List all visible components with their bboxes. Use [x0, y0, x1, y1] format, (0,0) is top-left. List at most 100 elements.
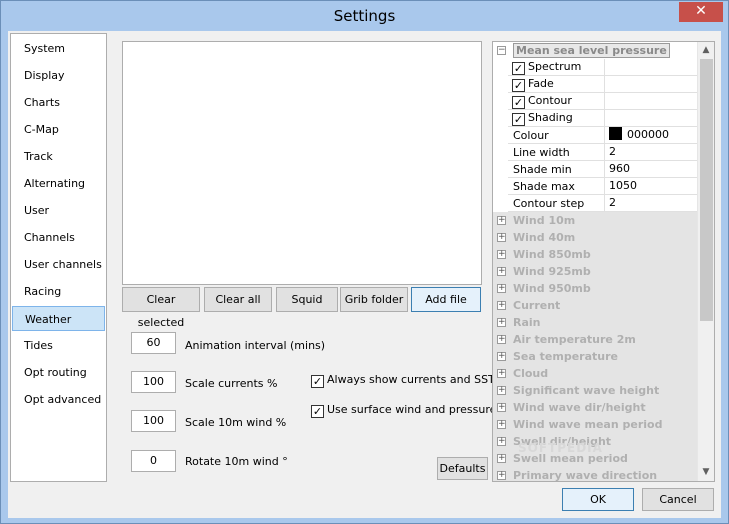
sidebar-item-track[interactable]: Track — [12, 144, 105, 169]
property-name: Contour step — [513, 197, 585, 210]
layer-option-checkbox[interactable]: ✓ Contour — [512, 94, 572, 109]
layer-group-wind-925mb[interactable]: + Wind 925mb — [493, 263, 698, 280]
colour-swatch — [609, 127, 622, 140]
expand-icon[interactable]: + — [497, 233, 506, 242]
expand-icon[interactable]: + — [497, 284, 506, 293]
property-row[interactable]: Contour step 2 — [508, 195, 698, 212]
layer-option-row[interactable]: ✓ Fade — [508, 76, 698, 93]
scroll-down-icon[interactable]: ▼ — [698, 464, 714, 481]
scroll-up-icon[interactable]: ▲ — [698, 42, 714, 59]
expand-icon[interactable]: + — [497, 335, 506, 344]
mean-sea-level-pressure-header[interactable]: − Mean sea level pressure — [493, 42, 698, 59]
clear-selected-button[interactable]: Clear selected — [122, 287, 200, 329]
layer-group-wind-wave-dir-height[interactable]: + Wind wave dir/height — [493, 399, 698, 416]
sidebar-item-charts[interactable]: Charts — [12, 90, 105, 115]
checkbox-checked-icon: ✓ — [311, 375, 324, 388]
property-grid-scrollbar[interactable]: ▲ ▼ — [697, 42, 714, 481]
layer-group-wind-850mb[interactable]: + Wind 850mb — [493, 246, 698, 263]
use-surface-wind-checkbox[interactable]: ✓ Use surface wind and pressure — [311, 403, 496, 418]
layer-option-row[interactable]: ✓ Spectrum — [508, 59, 698, 76]
rotate-wind-input[interactable]: 0 — [131, 450, 176, 472]
scale-currents-input[interactable]: 100 — [131, 371, 176, 393]
layer-group-label: Wind 10m — [513, 214, 576, 227]
expand-icon[interactable]: + — [497, 386, 506, 395]
layer-group-current[interactable]: + Current — [493, 297, 698, 314]
collapse-icon[interactable]: − — [497, 46, 506, 55]
property-row[interactable]: Line width 2 — [508, 144, 698, 161]
sidebar-item-weather[interactable]: Weather — [12, 306, 105, 331]
property-value-cell[interactable]: 960 — [604, 161, 698, 178]
sidebar-item-system[interactable]: System — [12, 36, 105, 61]
layer-group-wind-wave-mean-period[interactable]: + Wind wave mean period — [493, 416, 698, 433]
sidebar-item-channels[interactable]: Channels — [12, 225, 105, 250]
property-value-cell[interactable]: 2 — [604, 144, 698, 161]
sidebar-item-opt-routing[interactable]: Opt routing — [12, 360, 105, 385]
layer-option-checkbox[interactable]: ✓ Fade — [512, 77, 554, 92]
expand-icon[interactable]: + — [497, 437, 506, 446]
layer-group-cloud[interactable]: + Cloud — [493, 365, 698, 382]
settings-category-list[interactable]: System Display Charts C-Map Track Alternating… — [10, 33, 107, 482]
layer-option-row[interactable]: ✓ Contour — [508, 93, 698, 110]
ok-button[interactable]: OK — [562, 488, 634, 511]
sidebar-item-tides[interactable]: Tides — [12, 333, 105, 358]
layer-option-label: Spectrum — [528, 60, 582, 73]
layer-option-checkbox[interactable]: ✓ Shading — [512, 111, 573, 126]
close-button[interactable]: ✕ — [679, 2, 723, 22]
scrollbar-thumb[interactable] — [700, 59, 713, 321]
grib-folder-button[interactable]: Grib folder — [340, 287, 408, 312]
window-title: Settings — [333, 7, 396, 25]
property-row[interactable]: Colour 000000 — [508, 127, 698, 144]
property-value: 2 — [609, 196, 616, 209]
sidebar-item-display[interactable]: Display — [12, 63, 105, 88]
cancel-button[interactable]: Cancel — [642, 488, 714, 511]
expand-icon[interactable]: + — [497, 352, 506, 361]
property-row[interactable]: Shade max 1050 — [508, 178, 698, 195]
expand-icon[interactable]: + — [497, 420, 506, 429]
sidebar-item-alternating[interactable]: Alternating — [12, 171, 105, 196]
expand-icon[interactable]: + — [497, 250, 506, 259]
property-row[interactable]: Shade min 960 — [508, 161, 698, 178]
layer-group-rain[interactable]: + Rain — [493, 314, 698, 331]
always-show-currents-checkbox[interactable]: ✓ Always show currents and SST — [311, 373, 495, 388]
layer-group-primary-wave-direction[interactable]: + Primary wave direction — [493, 467, 698, 481]
clear-all-button[interactable]: Clear all — [204, 287, 272, 312]
layer-group-label: Current — [513, 299, 561, 312]
close-icon: ✕ — [695, 3, 707, 19]
softpedia-watermark: SOFTPEDIA — [518, 441, 603, 455]
property-value-cell[interactable]: 000000 — [604, 127, 698, 144]
expand-icon[interactable]: + — [497, 471, 506, 480]
sidebar-item-c-map[interactable]: C-Map — [12, 117, 105, 142]
property-value-cell[interactable]: 2 — [604, 195, 698, 212]
expand-icon[interactable]: + — [497, 216, 506, 225]
layer-option-value — [604, 59, 698, 76]
animation-interval-input[interactable]: 60 — [131, 332, 176, 354]
layer-group-air-temperature-2m[interactable]: + Air temperature 2m — [493, 331, 698, 348]
add-file-button[interactable]: Add file — [411, 287, 481, 312]
weather-property-grid[interactable]: − Mean sea level pressure ✓ Spectrum ✓ Fade… — [492, 41, 715, 482]
expand-icon[interactable]: + — [497, 403, 506, 412]
property-value-cell[interactable]: 1050 — [604, 178, 698, 195]
property-name: Shade min — [513, 163, 572, 176]
scale-wind-input[interactable]: 100 — [131, 410, 176, 432]
expand-icon[interactable]: + — [497, 318, 506, 327]
layer-option-checkbox[interactable]: ✓ Spectrum — [512, 60, 581, 75]
layer-option-row[interactable]: ✓ Shading — [508, 110, 698, 127]
layer-option-value — [604, 93, 698, 110]
layer-group-sea-temperature[interactable]: + Sea temperature — [493, 348, 698, 365]
layer-group-wind-10m[interactable]: + Wind 10m — [493, 212, 698, 229]
expand-icon[interactable]: + — [497, 267, 506, 276]
sidebar-item-user[interactable]: User — [12, 198, 105, 223]
title-bar[interactable]: Settings ✕ — [1, 1, 728, 31]
expand-icon[interactable]: + — [497, 301, 506, 310]
squid-button[interactable]: Squid — [276, 287, 338, 312]
expand-icon[interactable]: + — [497, 454, 506, 463]
grib-file-list[interactable] — [122, 41, 482, 285]
sidebar-item-racing[interactable]: Racing — [12, 279, 105, 304]
layer-group-significant-wave-height[interactable]: + Significant wave height — [493, 382, 698, 399]
expand-icon[interactable]: + — [497, 369, 506, 378]
defaults-button[interactable]: Defaults — [437, 457, 488, 480]
sidebar-item-user-channels[interactable]: User channels — [12, 252, 105, 277]
layer-group-wind-950mb[interactable]: + Wind 950mb — [493, 280, 698, 297]
layer-group-wind-40m[interactable]: + Wind 40m — [493, 229, 698, 246]
sidebar-item-opt-advanced[interactable]: Opt advanced — [12, 387, 105, 412]
